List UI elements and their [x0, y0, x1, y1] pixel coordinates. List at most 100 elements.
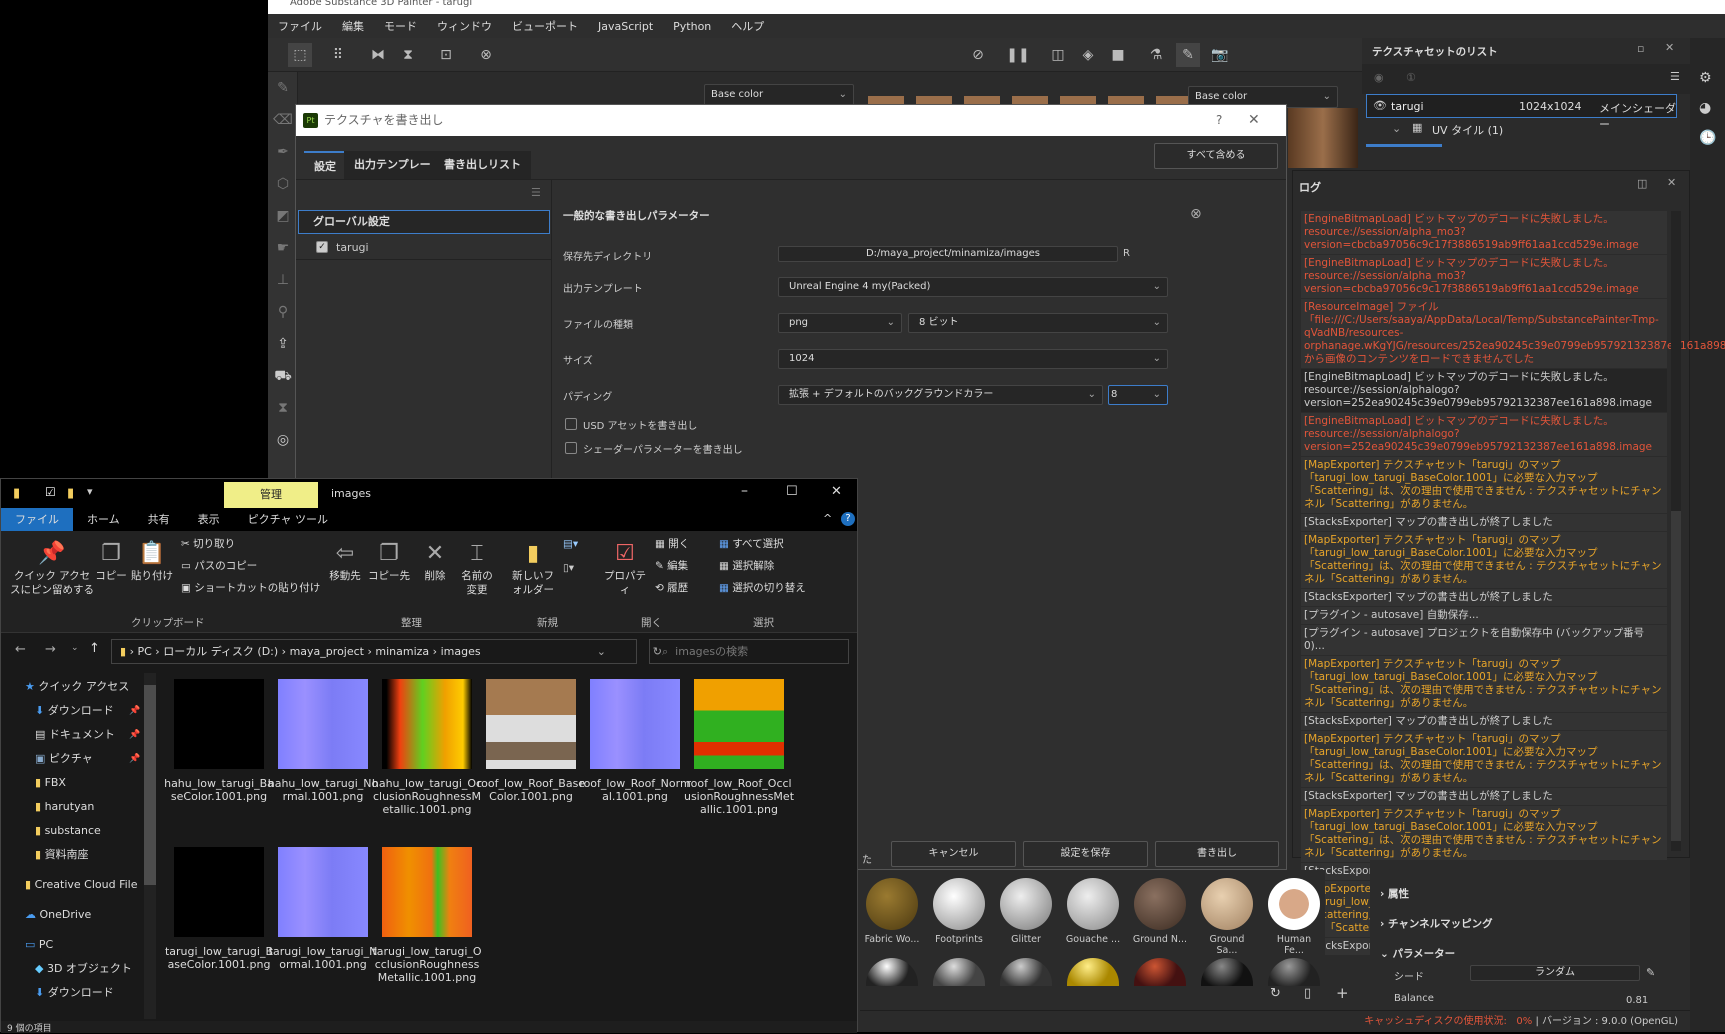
menu-item[interactable]: Python: [673, 20, 711, 33]
include-all-button[interactable]: すべて含める: [1154, 143, 1278, 169]
pin-quick-access-button[interactable]: 📌 クイック アクセスにピン留めする: [9, 539, 95, 597]
material-preview[interactable]: [1067, 958, 1119, 986]
material-item[interactable]: Fabric Wo...: [864, 878, 920, 945]
add-icon[interactable]: +: [1336, 984, 1349, 1002]
filter-menu-icon[interactable]: ☰: [531, 186, 541, 199]
display-settings-icon[interactable]: ⚙: [1699, 70, 1712, 86]
file-item[interactable]: roof_low_Roof_BaseColor.1001.png: [475, 679, 587, 803]
file-item[interactable]: hahu_low_tarugi_Normal.1001.png: [267, 679, 379, 803]
properties-button[interactable]: ☑ プロパティ: [601, 539, 649, 597]
file-format-select[interactable]: png ⌄: [778, 313, 902, 333]
new-folder-button[interactable]: ▮ 新しいフォルダー: [509, 539, 557, 597]
texture-set-row[interactable]: 👁 tarugi 1024x1024 メインシェーダー: [1366, 94, 1677, 131]
scrollbar[interactable]: [1671, 211, 1681, 851]
float-icon[interactable]: ◫: [1637, 177, 1647, 190]
nav-item[interactable]: ▮ harutyan: [1, 795, 161, 819]
file-item[interactable]: hahu_low_tarugi_BaseColor.1001.png: [163, 679, 275, 803]
geometry-fill-icon[interactable]: ⬡: [268, 168, 298, 200]
delete-button[interactable]: ✕ 削除: [415, 539, 455, 583]
nav-item[interactable]: ◆ 3D オブジェクト: [1, 957, 161, 981]
recent-dropdown-icon[interactable]: ⌄: [71, 643, 79, 653]
cube-icon[interactable]: ◈: [1076, 43, 1100, 67]
pin-icon[interactable]: 📌: [129, 723, 140, 747]
menu-item[interactable]: ヘルプ: [731, 18, 764, 34]
file-item[interactable]: tarugi_low_tarugi_BaseColor.1001.png: [163, 847, 275, 971]
polygon-fill-icon[interactable]: ◩: [268, 200, 298, 232]
open-button[interactable]: ▦ 開く: [655, 537, 689, 551]
menu-item[interactable]: ウィンドウ: [437, 18, 492, 34]
clone-icon[interactable]: ⊥: [268, 264, 298, 296]
picker-icon[interactable]: ⚲: [268, 296, 298, 328]
file-item[interactable]: roof_low_Roof_Normal.1001.png: [579, 679, 691, 803]
nav-item[interactable]: ⬇ ダウンロード 📌: [1, 699, 161, 723]
cancel-button[interactable]: キャンセル: [891, 841, 1016, 867]
output-template-select[interactable]: Unreal Engine 4 my(Packed) ⌄: [778, 277, 1168, 297]
close-icon[interactable]: ✕: [1667, 176, 1676, 189]
forward-icon[interactable]: →: [45, 642, 56, 657]
bake-icon[interactable]: ⚗: [1144, 43, 1168, 67]
reset-icon[interactable]: ⊗: [1190, 206, 1202, 222]
save-settings-button[interactable]: 設定を保存: [1023, 841, 1148, 867]
chevron-down-icon[interactable]: ⌄: [1392, 122, 1401, 135]
padding-size-select[interactable]: 8 ⌄: [1108, 385, 1168, 405]
back-icon[interactable]: ←: [15, 642, 26, 657]
bit-depth-select[interactable]: 8 ビット ⌄: [908, 313, 1168, 333]
timer-icon[interactable]: ⧗: [268, 392, 298, 424]
menu-item[interactable]: ファイル: [278, 18, 322, 34]
uv-select-icon[interactable]: ⬚: [288, 43, 312, 67]
pause-icon[interactable]: ❚❚: [1006, 43, 1030, 67]
copy-button[interactable]: ❐ コピー: [95, 539, 127, 583]
split-view-icon[interactable]: ◫: [1046, 43, 1070, 67]
material-preview[interactable]: [1201, 958, 1253, 986]
shader-settings-icon[interactable]: ◕: [1699, 100, 1711, 116]
texture-set-item[interactable]: ✓ tarugi: [296, 234, 552, 260]
select-none-button[interactable]: ▦ 選択解除: [719, 559, 774, 573]
select-all-button[interactable]: ▦ すべて選択: [719, 537, 784, 551]
padding-select[interactable]: 拡張 + デフォルトのバックグラウンドカラー ⌄: [778, 385, 1103, 405]
new-folder-icon[interactable]: ▮: [67, 486, 74, 501]
section-attributes[interactable]: › 属性: [1380, 886, 1409, 901]
ribbon-tab[interactable]: 表示: [184, 508, 234, 531]
paste-shortcut-button[interactable]: ▣ ショートカットの貼り付け: [181, 581, 320, 595]
breadcrumb-item[interactable]: PC: [137, 645, 151, 658]
edit-button[interactable]: ✎ 編集: [655, 559, 688, 573]
balance-value[interactable]: 0.81: [1626, 995, 1648, 1006]
smudge-icon[interactable]: ☛: [268, 232, 298, 264]
copy-path-button[interactable]: ▭ パスのコピー: [181, 559, 257, 573]
help-button[interactable]: ?: [1216, 105, 1222, 136]
pin-icon[interactable]: 📌: [129, 747, 140, 771]
share-icon[interactable]: ⛟: [268, 360, 298, 392]
material-item[interactable]: Ground Sa...: [1199, 878, 1255, 956]
search-input[interactable]: ⌕ imagesの検索: [649, 639, 849, 664]
material-item[interactable]: Glitter: [998, 878, 1054, 945]
nav-item[interactable]: ▮ FBX: [1, 771, 161, 795]
close-button[interactable]: ✕: [831, 484, 842, 499]
move-to-button[interactable]: ⇦ 移動先: [323, 539, 367, 583]
material-preview[interactable]: [1000, 958, 1052, 986]
file-item[interactable]: tarugi_low_tarugi_OcclusionRoughnessMeta…: [371, 847, 483, 984]
output-directory-field[interactable]: D:/maya_project/minamiza/images: [778, 246, 1118, 262]
breadcrumb-item[interactable]: maya_project: [290, 645, 364, 658]
up-icon[interactable]: ↑: [89, 641, 100, 656]
quick-access-dropdown-icon[interactable]: ▾: [87, 485, 93, 498]
grid-icon[interactable]: ⠿: [326, 43, 350, 67]
nav-scrollbar[interactable]: [144, 673, 156, 1019]
export-icon[interactable]: ⇪: [268, 328, 298, 360]
tab-settings[interactable]: 設定: [304, 151, 346, 179]
float-icon[interactable]: ▫: [1637, 42, 1644, 55]
material-preview[interactable]: [866, 958, 918, 986]
close-icon[interactable]: ✕: [1248, 105, 1260, 136]
easy-access-icon[interactable]: ▯▾: [563, 561, 574, 575]
cut-button[interactable]: ✂ 切り取り: [181, 537, 235, 551]
paint-icon[interactable]: ✎: [1176, 43, 1200, 67]
breadcrumb-item[interactable]: ローカル ディスク (D:): [163, 645, 278, 658]
mirror-y-icon[interactable]: ⧗: [396, 43, 420, 67]
collapse-ribbon-icon[interactable]: ^: [823, 512, 832, 525]
menu-item[interactable]: ビューポート: [512, 18, 578, 34]
file-item[interactable]: roof_low_Roof_OcclusionRoughnessMetallic…: [683, 679, 795, 816]
brush-icon[interactable]: ✎: [268, 72, 298, 104]
material-item[interactable]: Gouache ...: [1065, 878, 1121, 945]
shader-params-checkbox[interactable]: [565, 442, 577, 454]
refresh-icon[interactable]: ↻: [1270, 986, 1281, 1001]
viewport-channel-select-3d[interactable]: Base color ⌄: [704, 84, 854, 106]
